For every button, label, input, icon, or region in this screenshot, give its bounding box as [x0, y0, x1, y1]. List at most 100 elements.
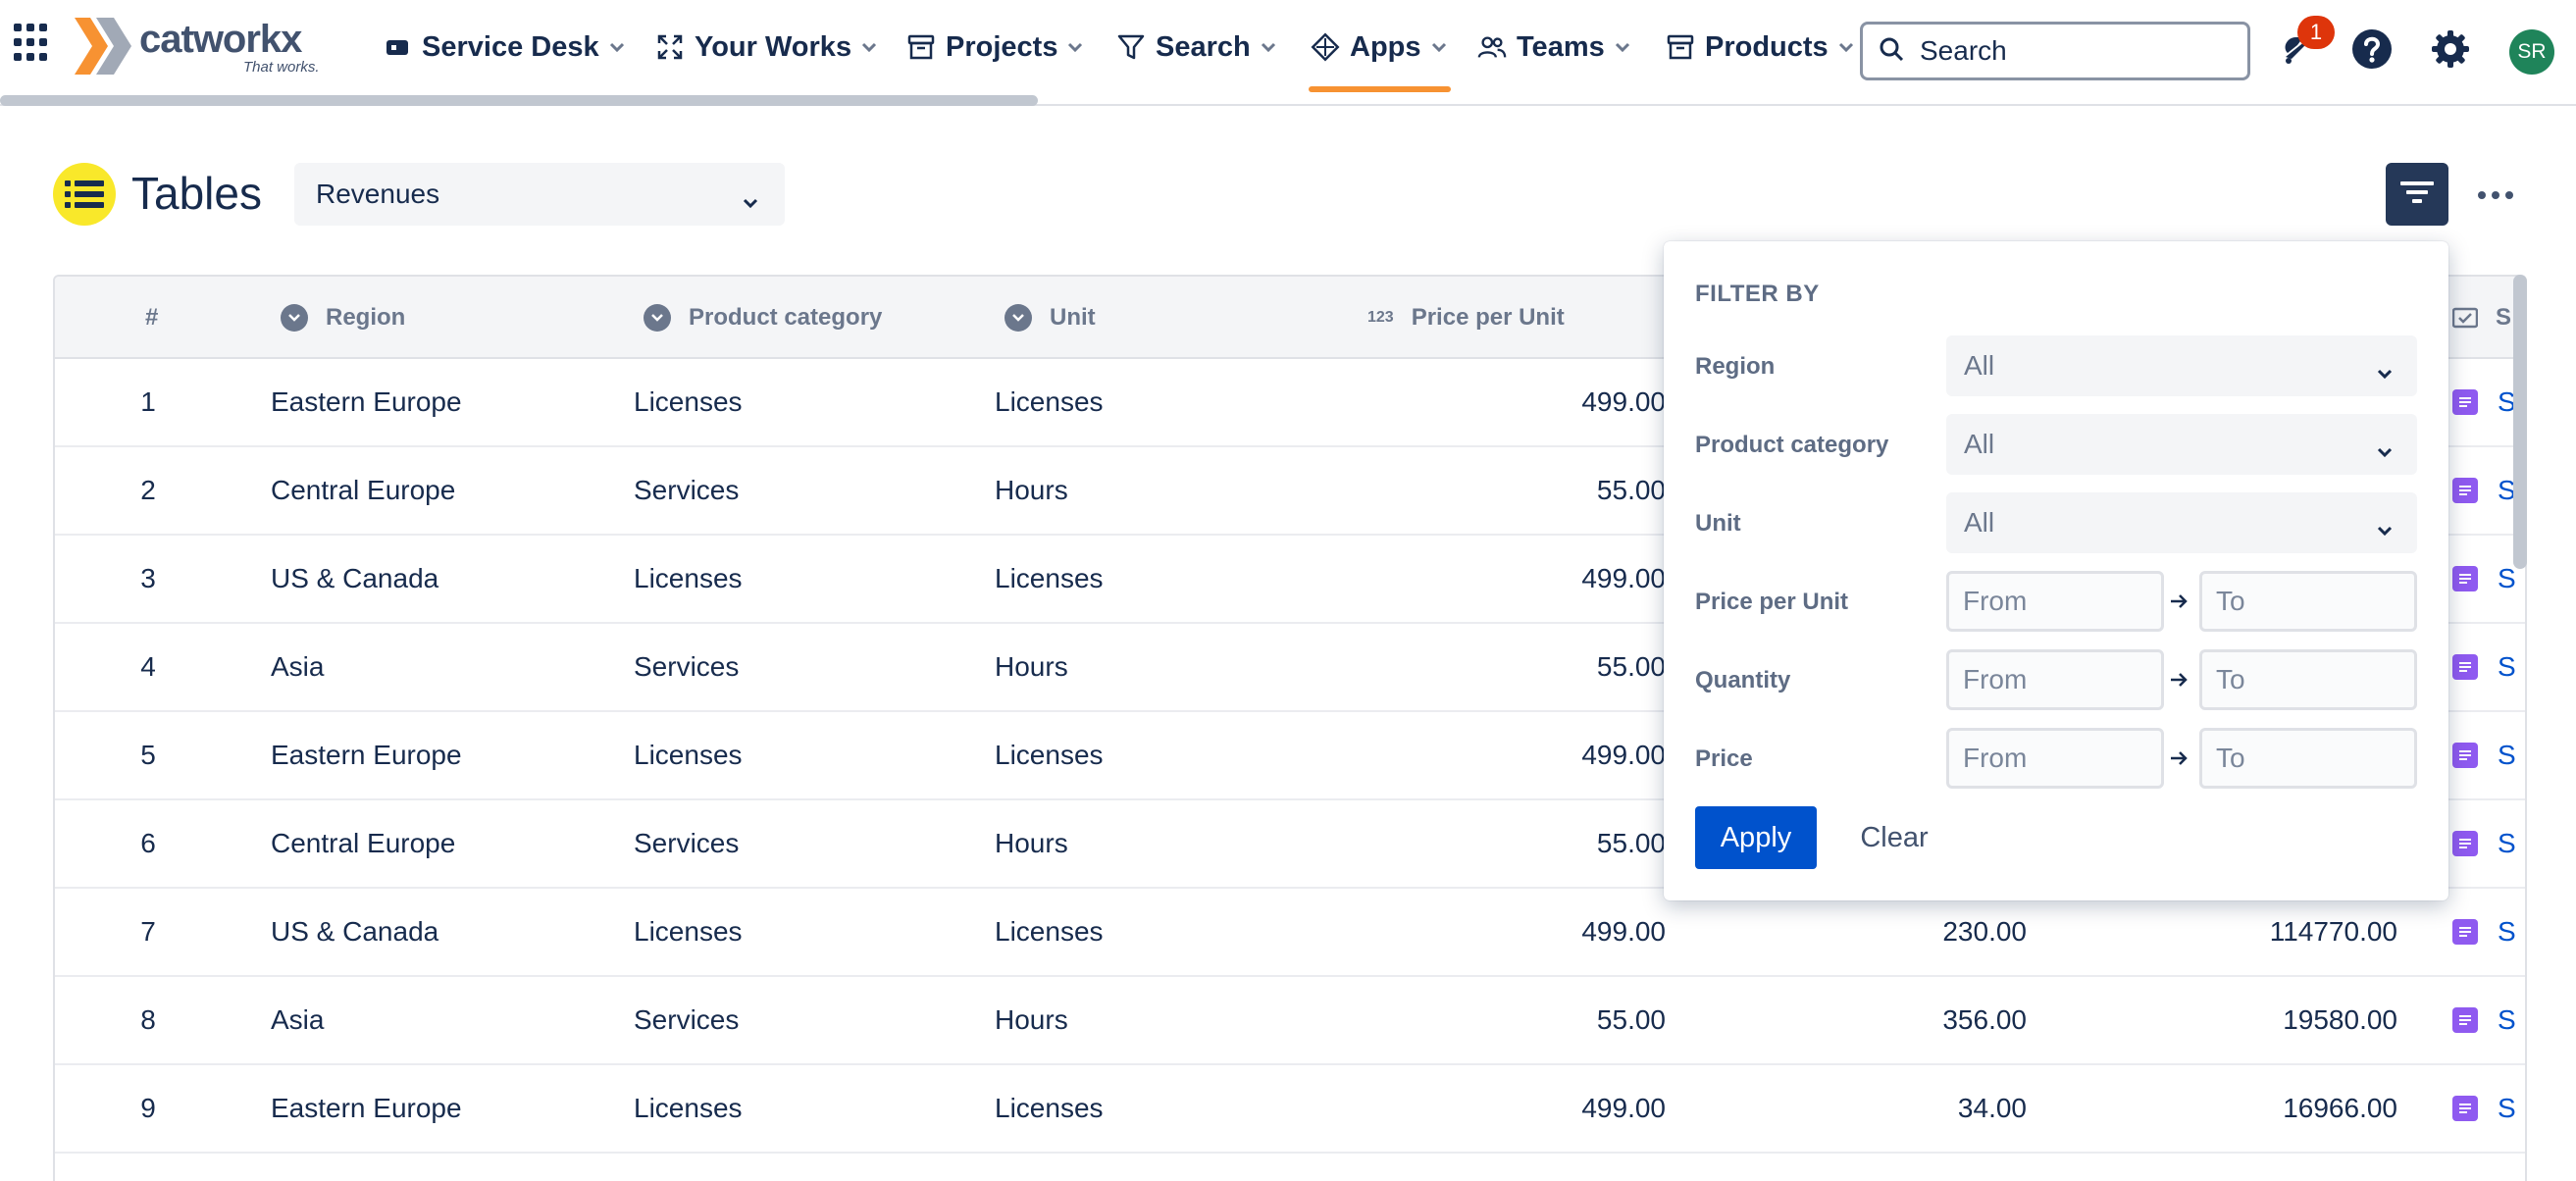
more-dot-icon [2505, 191, 2513, 199]
column-header-s[interactable]: S [2452, 277, 2511, 359]
filter-quantity-to-input[interactable] [2199, 649, 2417, 710]
filter-button[interactable] [2386, 163, 2448, 226]
cell-product-category[interactable]: Services [634, 624, 987, 710]
table-row[interactable]: 8 Asia Services Hours 55.00 356.00 19580.00 S [55, 977, 2525, 1065]
nav-search[interactable]: Search [1116, 26, 1278, 69]
cell-price-per-unit[interactable]: 499.00 [1330, 712, 1666, 798]
cell-region[interactable]: Central Europe [271, 800, 624, 887]
global-search[interactable] [1860, 22, 2250, 80]
help-icon [2350, 27, 2394, 76]
cell-price[interactable]: 114770.00 [2076, 889, 2397, 975]
nav-your-works[interactable]: Your Works [655, 26, 879, 69]
filter-ppu-to-input[interactable] [2199, 571, 2417, 632]
cell-index[interactable]: 3 [114, 536, 182, 622]
apply-button[interactable]: Apply [1695, 806, 1817, 869]
cell-quantity[interactable]: 356.00 [1723, 977, 2027, 1063]
cell-unit[interactable]: Licenses [995, 1065, 1348, 1152]
scrollbar-thumb[interactable] [2513, 275, 2527, 569]
cell-price-per-unit[interactable]: 499.00 [1330, 536, 1666, 622]
user-avatar[interactable]: SR [2509, 29, 2554, 75]
cell-price-per-unit[interactable]: 55.00 [1330, 447, 1666, 534]
nav-scrollbar[interactable] [0, 95, 1038, 106]
cell-quantity[interactable]: 230.00 [1723, 889, 2027, 975]
cell-unit[interactable]: Licenses [995, 889, 1348, 975]
cell-index[interactable]: 7 [114, 889, 182, 975]
cell-product-category[interactable]: Licenses [634, 359, 987, 445]
cell-region[interactable]: Asia [271, 977, 624, 1063]
cell-product-category[interactable]: Licenses [634, 1065, 987, 1152]
search-input[interactable] [1920, 35, 2214, 67]
cell-price-per-unit[interactable]: 499.00 [1330, 1065, 1666, 1152]
cell-product-category[interactable]: Licenses [634, 536, 987, 622]
column-header-index[interactable]: # [145, 277, 158, 359]
cell-product-category[interactable]: Services [634, 800, 987, 887]
nav-apps[interactable]: Apps [1309, 26, 1450, 92]
app-switcher-icon[interactable] [14, 24, 53, 63]
cell-region[interactable]: Central Europe [271, 447, 624, 534]
document-icon [2452, 389, 2478, 415]
filter-price-from-input[interactable] [1946, 728, 2164, 789]
cell-unit[interactable]: Hours [995, 624, 1348, 710]
filter-quantity-from-input[interactable] [1946, 649, 2164, 710]
cell-region[interactable]: US & Canada [271, 889, 624, 975]
cell-region[interactable]: Asia [271, 624, 624, 710]
cell-index[interactable]: 4 [114, 624, 182, 710]
column-header-product-category[interactable]: Product category [644, 277, 882, 359]
filter-ppu-from-input[interactable] [1946, 571, 2164, 632]
help-button[interactable] [2348, 27, 2396, 75]
cell-index[interactable]: 8 [114, 977, 182, 1063]
cell-unit[interactable]: Hours [995, 447, 1348, 534]
table-row[interactable]: 7 US & Canada Licenses Licenses 499.00 230.00… [55, 889, 2525, 977]
cell-price-per-unit[interactable]: 499.00 [1330, 889, 1666, 975]
cell-price-per-unit[interactable]: 55.00 [1330, 624, 1666, 710]
filter-category-label: Product category [1695, 432, 1889, 458]
cell-price-per-unit[interactable]: 499.00 [1330, 359, 1666, 445]
cell-unit[interactable]: Licenses [995, 712, 1348, 798]
chevron-down-icon [1065, 37, 1085, 57]
cell-unit[interactable]: Licenses [995, 359, 1348, 445]
cell-index[interactable]: 2 [114, 447, 182, 534]
filter-region-select[interactable]: All [1946, 335, 2417, 396]
clear-button[interactable]: Clear [1850, 806, 1938, 869]
nav-teams[interactable]: Teams [1477, 26, 1632, 69]
cell-region[interactable]: Eastern Europe [271, 359, 624, 445]
cell-index[interactable]: 9 [114, 1065, 182, 1152]
nav-products[interactable]: Products [1666, 26, 1856, 69]
cell-region[interactable]: Eastern Europe [271, 1065, 624, 1152]
table-selector[interactable]: Revenues [294, 163, 785, 226]
cell-region[interactable]: Eastern Europe [271, 712, 624, 798]
cell-product-category[interactable]: Services [634, 447, 987, 534]
cell-index[interactable]: 5 [114, 712, 182, 798]
column-header-label: Product category [689, 304, 883, 331]
table-scrollbar[interactable] [2513, 275, 2527, 1177]
cell-unit[interactable]: Licenses [995, 536, 1348, 622]
column-header-unit[interactable]: Unit [1005, 277, 1096, 359]
catworkx-logo[interactable]: catworkx That works. [75, 18, 330, 78]
settings-button[interactable] [2427, 27, 2474, 75]
cell-region[interactable]: US & Canada [271, 536, 624, 622]
cell-product-category[interactable]: Services [634, 977, 987, 1063]
cell-unit[interactable]: Hours [995, 800, 1348, 887]
cell-price[interactable]: 16966.00 [2076, 1065, 2397, 1152]
filter-price-to-input[interactable] [2199, 728, 2417, 789]
cell-index[interactable]: 6 [114, 800, 182, 887]
cell-price-per-unit[interactable]: 55.00 [1330, 800, 1666, 887]
cell-price-per-unit[interactable]: 55.00 [1330, 977, 1666, 1063]
filter-unit-select[interactable]: All [1946, 492, 2417, 553]
cell-price[interactable]: 19580.00 [2076, 977, 2397, 1063]
table-row[interactable]: 9 Eastern Europe Licenses Licenses 499.00 34.… [55, 1065, 2525, 1154]
more-options-button[interactable] [2468, 180, 2523, 210]
column-header-price-per-unit[interactable]: 123 Price per Unit [1367, 277, 1565, 359]
nav-service-desk[interactable]: Service Desk [383, 26, 627, 69]
filter-category-select[interactable]: All [1946, 414, 2417, 475]
cell-product-category[interactable]: Licenses [634, 712, 987, 798]
page-title: Tables [131, 168, 262, 219]
cell-product-category[interactable]: Licenses [634, 889, 987, 975]
chevron-down-icon [742, 184, 759, 216]
nav-projects[interactable]: Projects [906, 26, 1085, 69]
column-header-region[interactable]: Region [281, 277, 405, 359]
cell-index[interactable]: 1 [114, 359, 182, 445]
cell-quantity[interactable]: 34.00 [1723, 1065, 2027, 1152]
filter-price-label: Price [1695, 745, 1753, 772]
cell-unit[interactable]: Hours [995, 977, 1348, 1063]
